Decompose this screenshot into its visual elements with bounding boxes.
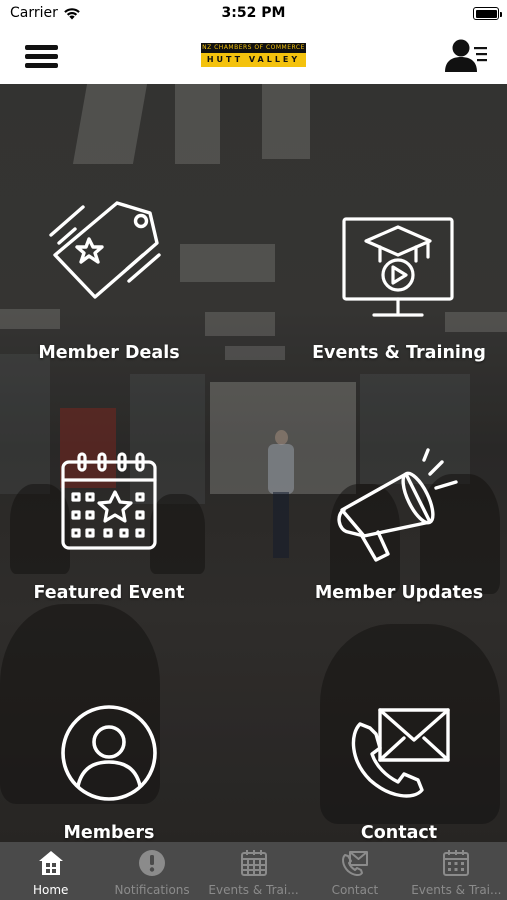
tab-bar: Home Notifications Events & Trai... Cont… xyxy=(0,842,507,900)
tile-label: Members xyxy=(63,823,155,843)
calendar-grid-icon xyxy=(240,850,267,876)
user-circle-icon xyxy=(61,705,157,801)
tile-label: Events & Training xyxy=(312,343,486,363)
tab-label: Events & Trai... xyxy=(411,883,502,897)
tile-members[interactable]: Members xyxy=(20,700,198,843)
tile-featured-event[interactable]: Featured Event xyxy=(20,448,198,610)
tab-label: Contact xyxy=(331,883,379,897)
megaphone-icon xyxy=(337,448,458,562)
tile-label: Featured Event xyxy=(33,583,185,603)
status-bar: Carrier 3:52 PM xyxy=(0,0,507,27)
monitor-graduation-cap-icon xyxy=(342,217,454,317)
menu-button[interactable] xyxy=(24,42,60,70)
tab-home[interactable]: Home xyxy=(0,842,101,900)
hamburger-icon xyxy=(25,45,58,50)
phone-envelope-icon xyxy=(351,708,450,798)
logo-bottom-text: HUTT VALLEY xyxy=(201,53,306,67)
logo-top-text: NZ CHAMBERS OF COMMERCE xyxy=(201,43,306,53)
tile-contact[interactable]: Contact xyxy=(308,700,490,843)
tile-events-training[interactable]: Events & Training xyxy=(308,190,490,370)
status-time: 3:52 PM xyxy=(221,5,286,21)
home-icon xyxy=(38,851,63,875)
profile-button[interactable] xyxy=(444,37,490,73)
tile-member-deals[interactable]: Member Deals xyxy=(20,190,198,370)
tag-star-icon xyxy=(49,201,161,299)
user-profile-list-icon xyxy=(445,39,487,72)
tile-label: Member Updates xyxy=(314,583,484,603)
tab-contact[interactable]: Contact xyxy=(304,842,405,900)
app-header: NZ CHAMBERS OF COMMERCE HUTT VALLEY xyxy=(0,27,507,84)
tab-label: Home xyxy=(32,883,69,897)
tab-label: Notifications xyxy=(114,883,190,897)
tab-label: Events & Trai... xyxy=(208,883,299,897)
alert-circle-icon xyxy=(139,850,166,876)
tab-notifications[interactable]: Notifications xyxy=(101,842,202,900)
calendar-dots-icon xyxy=(443,850,470,876)
tab-events-training-2[interactable]: Events & Trai... xyxy=(406,842,507,900)
chamber-logo: NZ CHAMBERS OF COMMERCE HUTT VALLEY xyxy=(201,43,306,67)
tile-label: Contact xyxy=(360,823,438,843)
tab-events-training[interactable]: Events & Trai... xyxy=(203,842,304,900)
tile-label: Member Deals xyxy=(38,343,180,363)
battery-icon xyxy=(473,7,502,20)
calendar-star-icon xyxy=(61,452,157,550)
tile-member-updates[interactable]: Member Updates xyxy=(308,448,490,610)
phone-envelope-icon xyxy=(341,851,368,877)
